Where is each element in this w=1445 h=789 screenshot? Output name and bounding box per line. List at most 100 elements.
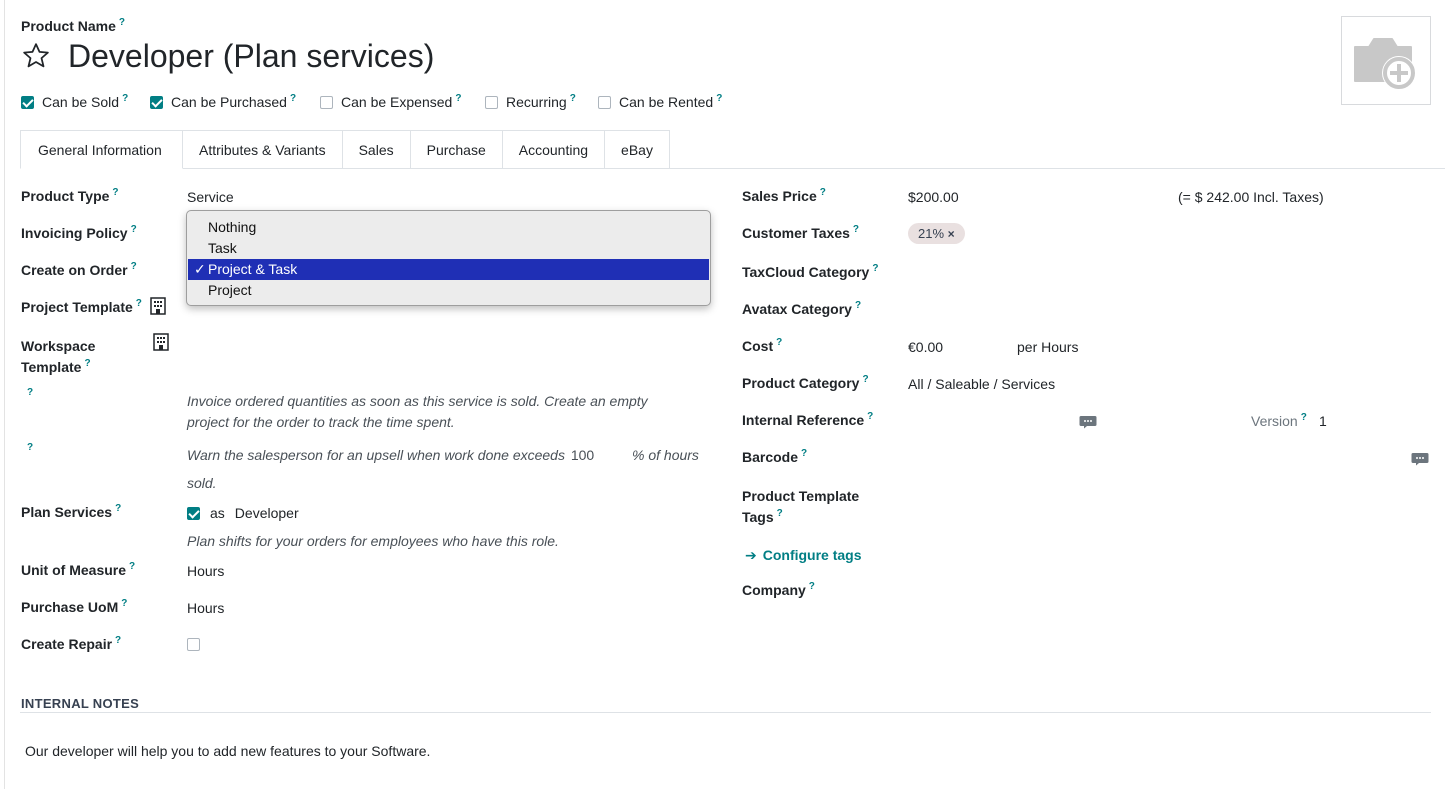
- help-icon[interactable]: ?: [853, 224, 859, 235]
- uom-label: Unit of Measure?: [21, 562, 135, 578]
- label-text: Purchase UoM: [21, 599, 119, 615]
- cost-field[interactable]: €0.00: [908, 339, 943, 355]
- create-on-order-dropdown[interactable]: Nothing Task ✓ Project & Task Project: [186, 210, 711, 306]
- checkbox-box[interactable]: [598, 96, 611, 109]
- price-incl-taxes: (= $ 242.00 Incl. Taxes): [1178, 189, 1324, 205]
- checkbox-label: Can be Sold: [42, 94, 120, 110]
- taxcloud-category-label: TaxCloud Category?: [742, 264, 878, 280]
- help-icon[interactable]: ?: [121, 598, 127, 609]
- invoice-policy-note: Invoice ordered quantities as soon as th…: [187, 391, 648, 433]
- planning-role-field[interactable]: Developer: [235, 505, 299, 521]
- checkbox-box[interactable]: [21, 96, 34, 109]
- favorite-star-icon[interactable]: [21, 41, 51, 71]
- help-icon[interactable]: ?: [290, 93, 296, 104]
- help-icon[interactable]: ?: [455, 93, 461, 104]
- checkbox-box[interactable]: [150, 96, 163, 109]
- help-icon[interactable]: ?: [872, 263, 878, 274]
- company-label: Company?: [742, 582, 815, 598]
- help-icon[interactable]: ?: [862, 374, 868, 385]
- help-icon[interactable]: ?: [122, 93, 128, 104]
- plan-services-checkbox[interactable]: [187, 507, 200, 520]
- product-name-label-text: Product Name: [21, 18, 116, 34]
- product-image-upload[interactable]: [1341, 16, 1431, 105]
- dropdown-option-project[interactable]: Project: [187, 280, 710, 301]
- help-icon[interactable]: ?: [777, 508, 783, 519]
- purchase-uom-field[interactable]: Hours: [187, 600, 224, 616]
- label-text: Product Category: [742, 375, 860, 391]
- version-field[interactable]: 1: [1319, 413, 1327, 429]
- building-icon[interactable]: [150, 297, 166, 315]
- can-be-purchased-checkbox[interactable]: Can be Purchased?: [150, 94, 296, 110]
- checkbox-label: Can be Rented: [619, 94, 714, 110]
- plan-services-label: Plan Services?: [21, 504, 121, 520]
- purchase-uom-label: Purchase UoM?: [21, 599, 127, 615]
- avatax-category-label: Avatax Category?: [742, 301, 861, 317]
- help-mark[interactable]: ?: [27, 387, 33, 398]
- can-be-sold-checkbox[interactable]: Can be Sold?: [21, 94, 128, 110]
- dropdown-option-project-task[interactable]: ✓ Project & Task: [188, 259, 709, 280]
- help-icon[interactable]: ?: [115, 635, 121, 646]
- tab-attributes-variants[interactable]: Attributes & Variants: [183, 130, 343, 169]
- tax-tag[interactable]: 21% ×: [908, 223, 965, 244]
- can-be-rented-checkbox[interactable]: Can be Rented?: [598, 94, 722, 110]
- dropdown-option-nothing[interactable]: Nothing: [187, 217, 710, 238]
- tab-ebay[interactable]: eBay: [605, 130, 670, 169]
- building-icon[interactable]: [153, 333, 169, 351]
- label-text: Company: [742, 582, 806, 598]
- upsell-threshold-field[interactable]: 100: [571, 447, 594, 463]
- internal-reference-label: Internal Reference?: [742, 412, 873, 428]
- internal-notes-editor[interactable]: Our developer will help you to add new f…: [25, 743, 430, 759]
- remove-tag-icon[interactable]: ×: [948, 227, 955, 241]
- help-icon[interactable]: ?: [855, 300, 861, 311]
- help-icon[interactable]: ?: [801, 448, 807, 459]
- label-text: Internal Reference: [742, 412, 865, 428]
- create-repair-checkbox[interactable]: [187, 636, 200, 652]
- option-label: Project & Task: [208, 261, 298, 277]
- help-icon[interactable]: ?: [1301, 412, 1307, 423]
- sales-price-field[interactable]: $200.00: [908, 189, 959, 205]
- help-mark[interactable]: ?: [27, 442, 33, 453]
- tax-tag-pill: 21% ×: [908, 223, 965, 244]
- checkbox-box[interactable]: [320, 96, 333, 109]
- help-icon[interactable]: ?: [131, 224, 137, 235]
- dropdown-option-task[interactable]: Task: [187, 238, 710, 259]
- help-icon[interactable]: ?: [24, 443, 33, 459]
- help-icon[interactable]: ?: [131, 261, 137, 272]
- internal-notes-title: INTERNAL NOTES: [21, 696, 140, 711]
- configure-tags-link[interactable]: ➔ Configure tags: [745, 547, 862, 564]
- tab-accounting[interactable]: Accounting: [502, 130, 606, 169]
- checkbox-box[interactable]: [187, 638, 200, 651]
- help-icon[interactable]: ?: [809, 581, 815, 592]
- notes-divider: [20, 712, 1431, 713]
- help-icon[interactable]: ?: [776, 337, 782, 348]
- help-icon[interactable]: ?: [84, 358, 90, 369]
- translate-chat-icon[interactable]: [1079, 415, 1097, 429]
- help-icon[interactable]: ?: [570, 93, 576, 104]
- label-text: Avatax Category: [742, 301, 852, 317]
- help-icon[interactable]: ?: [129, 561, 135, 572]
- can-be-expensed-checkbox[interactable]: Can be Expensed?: [320, 94, 461, 110]
- translate-chat-icon[interactable]: [1411, 452, 1429, 466]
- label-text: Create on Order: [21, 262, 128, 278]
- help-icon[interactable]: ?: [136, 298, 142, 309]
- product-type-field[interactable]: Service: [187, 189, 234, 205]
- help-icon[interactable]: ?: [112, 187, 118, 198]
- help-icon[interactable]: ?: [24, 388, 33, 404]
- help-icon[interactable]: ?: [716, 93, 722, 104]
- checkbox-box[interactable]: [485, 96, 498, 109]
- tab-purchase[interactable]: Purchase: [410, 130, 503, 169]
- help-icon[interactable]: ?: [867, 411, 873, 422]
- help-icon[interactable]: ?: [115, 503, 121, 514]
- help-icon[interactable]: ?: [119, 17, 125, 28]
- tab-sales[interactable]: Sales: [342, 130, 411, 169]
- product-category-field[interactable]: All / Saleable / Services: [908, 376, 1055, 392]
- product-title[interactable]: Developer (Plan services): [68, 38, 434, 75]
- project-template-label: Project Template?: [21, 299, 142, 315]
- label-line-1: Product Template: [742, 488, 860, 504]
- recurring-checkbox[interactable]: Recurring?: [485, 94, 576, 110]
- tab-general-information[interactable]: General Information: [20, 130, 183, 169]
- uom-field[interactable]: Hours: [187, 563, 224, 579]
- help-icon[interactable]: ?: [820, 187, 826, 198]
- label-text: Product Type: [21, 188, 110, 204]
- checkmark-icon: ✓: [194, 261, 206, 277]
